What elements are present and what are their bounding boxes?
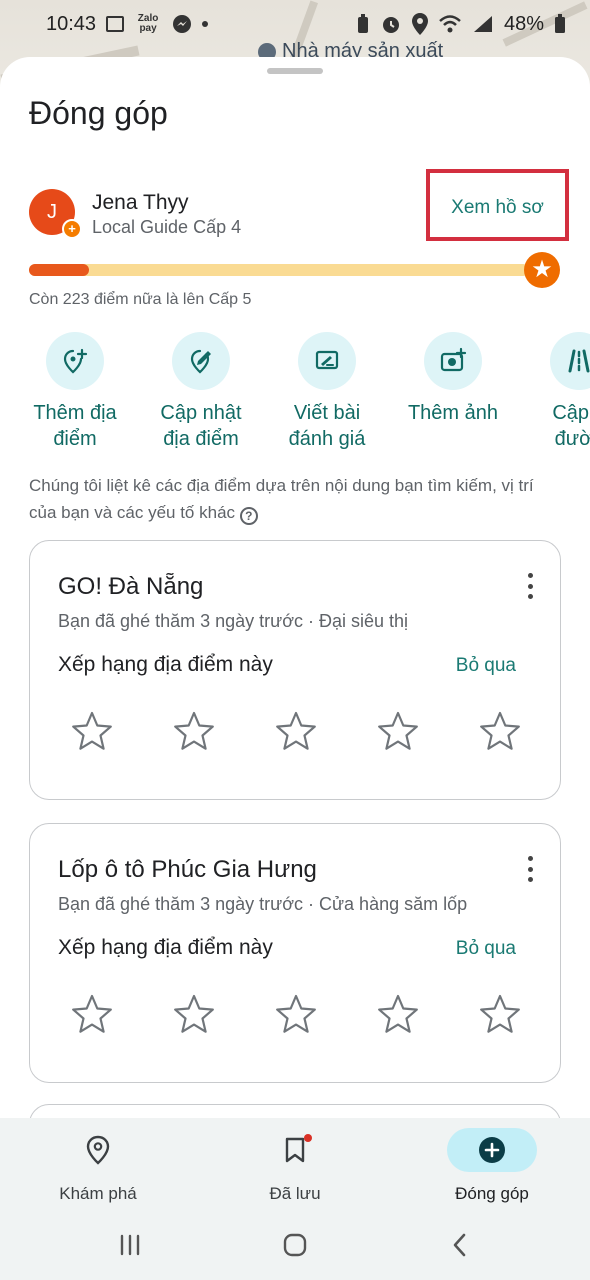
- messenger-icon: [172, 14, 192, 34]
- star-rating: [58, 709, 534, 753]
- volte-icon: [472, 14, 494, 34]
- help-icon[interactable]: ?: [239, 507, 258, 525]
- explore-pin-icon: [86, 1135, 110, 1165]
- location-icon: [411, 13, 428, 35]
- nav-saved-icon-wrap: [250, 1128, 340, 1172]
- battery-percent: 48%: [503, 12, 544, 35]
- star-2-icon[interactable]: [172, 992, 216, 1036]
- star-5-icon[interactable]: [478, 992, 522, 1036]
- add-place-label: Thêm địa điểm: [33, 402, 117, 450]
- bottom-nav: Khám phá Đã lưu Đóng góp: [0, 1118, 590, 1210]
- profile-row: J + Jena Thyy Local Guide Cấp 4 Xem hồ s…: [29, 169, 569, 247]
- image-icon: [106, 16, 125, 32]
- place-visit-meta: Bạn đã ghé thăm 3 ngày trước · Đại siêu …: [58, 611, 409, 631]
- back-icon[interactable]: [440, 1228, 480, 1262]
- contribute-plus-icon: [479, 1137, 505, 1163]
- place-name: Lốp ô tô Phúc Gia Hưng: [58, 856, 317, 883]
- add-photo-label: Thêm ảnh: [407, 402, 499, 424]
- edit-place-action[interactable]: Cập nhật địa điểm: [138, 332, 264, 457]
- star-3-icon[interactable]: [274, 992, 318, 1036]
- rate-place-card: GO! Đà Nẵng Bạn đã ghé thăm 3 ngày trước…: [29, 540, 561, 800]
- dot-icon: [202, 21, 209, 27]
- write-review-icon: [298, 332, 356, 390]
- contribute-actions: Thêm địa điểm Cập nhật địa điểm Viết bài…: [0, 332, 590, 457]
- wifi-icon: [438, 14, 462, 34]
- ranking-disclaimer: Chúng tôi liệt kê các địa điểm dựa trên …: [29, 472, 559, 526]
- nav-explore-label: Khám phá: [59, 1184, 137, 1203]
- add-photo-action[interactable]: Thêm ảnh: [390, 332, 516, 457]
- contribute-sheet: Đóng góp J + Jena Thyy Local Guide Cấp 4…: [0, 57, 590, 1118]
- profile-level: Local Guide Cấp 4: [92, 217, 242, 237]
- rate-prompt: Xếp hạng địa điểm này: [58, 653, 273, 676]
- star-3-icon[interactable]: [274, 709, 318, 753]
- nav-saved-label: Đã lưu: [269, 1184, 321, 1203]
- skip-button[interactable]: Bỏ qua: [456, 938, 516, 960]
- add-place-action[interactable]: Thêm địa điểm: [12, 332, 138, 457]
- star-1-icon[interactable]: [70, 709, 114, 753]
- profile-name: Jena Thyy: [92, 191, 189, 214]
- star-5-icon[interactable]: [478, 709, 522, 753]
- drag-handle[interactable]: [267, 68, 323, 74]
- nav-contribute-icon-wrap: [447, 1128, 537, 1172]
- local-guide-badge-icon: +: [62, 219, 82, 239]
- edit-place-icon: [172, 332, 230, 390]
- battery-saver-icon: [356, 14, 370, 34]
- place-visit-meta: Bạn đã ghé thăm 3 ngày trước · Cửa hàng …: [58, 894, 468, 914]
- progress-note: Còn 223 điểm nữa là lên Cấp 5: [29, 291, 252, 308]
- progress-track: [29, 264, 529, 276]
- update-road-label: Cập n đườn: [552, 402, 590, 450]
- page-title: Đóng góp: [29, 95, 168, 131]
- update-road-icon: [550, 332, 590, 390]
- skip-button[interactable]: Bỏ qua: [456, 655, 516, 677]
- more-options-icon[interactable]: [526, 856, 534, 882]
- write-review-label: Viết bài đánh giá: [288, 402, 366, 450]
- update-road-action[interactable]: Cập n đườn: [516, 332, 590, 457]
- status-time: 10:43: [46, 12, 97, 35]
- alarm-icon: [380, 13, 402, 35]
- avatar-letter: J: [47, 200, 57, 223]
- saved-bookmark-icon: [285, 1137, 305, 1163]
- star-2-icon[interactable]: [172, 709, 216, 753]
- battery-icon: [554, 14, 566, 34]
- system-nav-bar: [0, 1210, 590, 1280]
- home-icon[interactable]: [275, 1228, 315, 1262]
- rate-place-card: Lốp ô tô Phúc Gia Hưng Bạn đã ghé thăm 3…: [29, 823, 561, 1083]
- more-options-icon[interactable]: [526, 573, 534, 599]
- nav-explore-icon-wrap: [53, 1128, 143, 1172]
- star-4-icon[interactable]: [376, 709, 420, 753]
- rate-prompt: Xếp hạng địa điểm này: [58, 936, 273, 959]
- status-bar: 10:43 Zalo pay 48%: [0, 0, 590, 48]
- write-review-action[interactable]: Viết bài đánh giá: [264, 332, 390, 457]
- zalopay-icon: Zalo pay: [137, 13, 159, 34]
- add-place-icon: [46, 332, 104, 390]
- nav-contribute[interactable]: Đóng góp: [407, 1128, 577, 1208]
- level-star-icon: ★: [524, 252, 560, 288]
- add-photo-icon: [424, 332, 482, 390]
- view-profile-button[interactable]: Xem hồ sơ: [426, 169, 569, 241]
- edit-place-label: Cập nhật địa điểm: [160, 402, 242, 450]
- nav-contribute-label: Đóng góp: [455, 1184, 529, 1203]
- star-4-icon[interactable]: [376, 992, 420, 1036]
- disclaimer-text: Chúng tôi liệt kê các địa điểm dựa trên …: [29, 476, 534, 522]
- place-name: GO! Đà Nẵng: [58, 573, 204, 600]
- rate-place-card-peek: [29, 1104, 561, 1118]
- notification-dot: [304, 1134, 312, 1142]
- recent-apps-icon[interactable]: [110, 1228, 150, 1262]
- star-1-icon[interactable]: [70, 992, 114, 1036]
- star-rating: [58, 992, 534, 1036]
- nav-saved[interactable]: Đã lưu: [210, 1128, 380, 1208]
- level-progress-bar: ★: [29, 252, 560, 288]
- nav-explore[interactable]: Khám phá: [13, 1128, 183, 1208]
- progress-fill: [29, 264, 89, 276]
